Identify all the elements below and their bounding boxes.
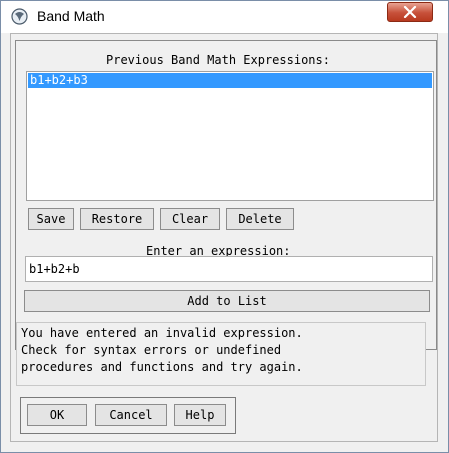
list-item-selected[interactable]: b1+b2+b3 [28,73,432,88]
expression-input[interactable]: b1+b2+b [25,256,433,282]
message-line-3: procedures and functions and try again. [21,360,303,374]
restore-button[interactable]: Restore [80,208,154,230]
close-icon [403,6,417,18]
dialog-body: Previous Band Math Expressions: b1+b2+b3… [10,33,438,442]
message-area: You have entered an invalid expression. … [16,322,426,386]
ok-button[interactable]: OK [27,404,87,426]
title-bar[interactable]: Band Math [1,1,448,33]
app-icon [11,8,28,25]
previous-expressions-label: Previous Band Math Expressions: [106,53,330,67]
close-button[interactable] [387,2,433,22]
expression-list[interactable]: b1+b2+b3 [26,71,434,201]
dialog-buttons-group: OK Cancel Help [20,397,236,434]
window-title: Band Math [37,8,105,24]
cancel-button[interactable]: Cancel [95,404,167,426]
message-line-2: Check for syntax errors or undefined [21,343,282,357]
band-math-window: Band Math Previous Band Math Expressions… [0,0,449,453]
add-to-list-button[interactable]: Add to List [24,290,430,312]
help-button[interactable]: Help [174,404,226,426]
delete-button[interactable]: Delete [226,208,294,230]
clear-button[interactable]: Clear [160,208,220,230]
message-line-1: You have entered an invalid expression. [21,326,303,340]
save-button[interactable]: Save [28,208,74,230]
